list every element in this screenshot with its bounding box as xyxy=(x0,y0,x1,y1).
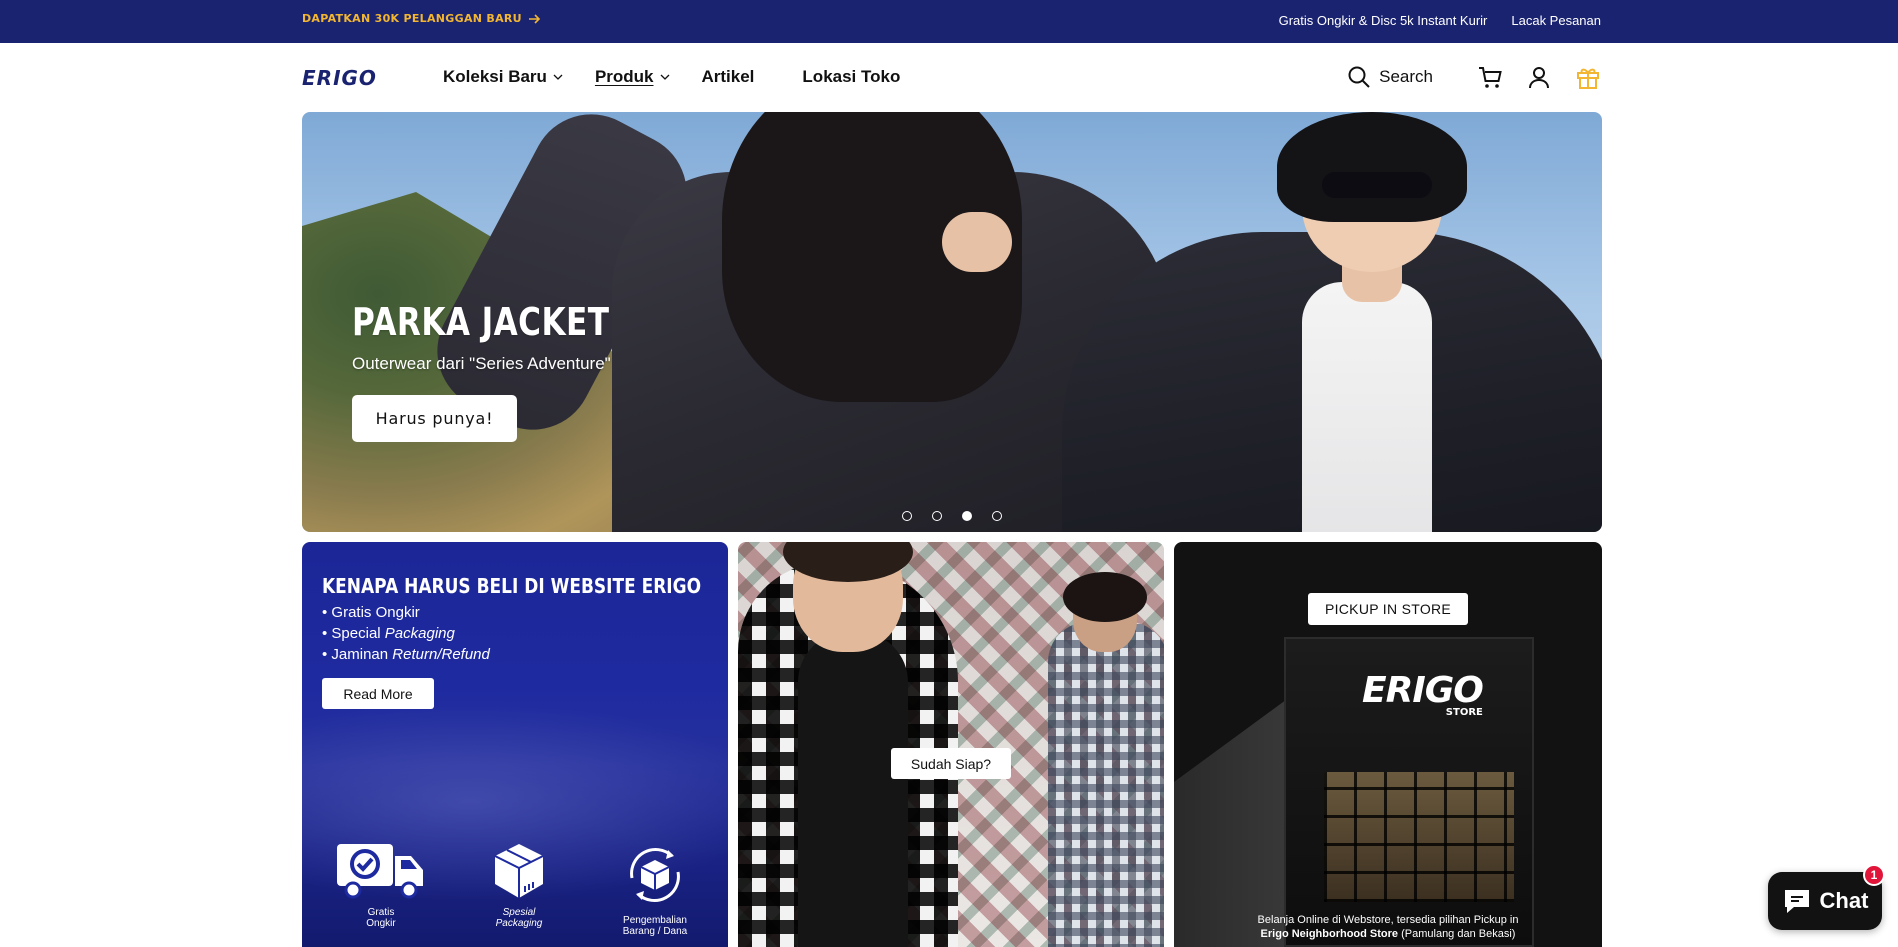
caption-line-2: Erigo Neighborhood Store (Pamulang dan B… xyxy=(1174,927,1602,941)
announcement-bar: DAPATKAN 30K PELANGGAN BARU Gratis Ongki… xyxy=(0,0,1898,43)
slider-dots xyxy=(902,511,1002,521)
nav-lokasi-toko[interactable]: Lokasi Toko xyxy=(802,67,900,87)
nav-label: Koleksi Baru xyxy=(443,67,547,86)
bullet-text: • Gratis Ongkir xyxy=(322,604,420,621)
chat-bubble-icon xyxy=(1784,890,1809,913)
why-buy-card[interactable]: KENAPA HARUS BELI DI WEBSITE ERIGO • Gra… xyxy=(302,542,728,947)
arrow-right-icon xyxy=(528,13,541,24)
cart-button[interactable] xyxy=(1476,63,1504,91)
delivery-truck-icon xyxy=(337,844,423,899)
search-button[interactable]: Search xyxy=(1347,65,1433,89)
promo-link[interactable]: DAPATKAN 30K PELANGGAN BARU xyxy=(302,12,541,25)
shipping-promo-link[interactable]: Gratis Ongkir & Disc 5k Instant Kurir xyxy=(1279,13,1488,28)
feature-special-packaging: Spesial Packaging xyxy=(491,842,547,929)
account-button[interactable] xyxy=(1525,63,1553,91)
slider-dot-4[interactable] xyxy=(992,511,1002,521)
return-refund-icon xyxy=(630,848,680,902)
why-buy-title: KENAPA HARUS BELI DI WEBSITE ERIGO xyxy=(322,574,702,598)
hero-title: PARKA JACKET xyxy=(352,300,610,344)
model2-hair xyxy=(1063,572,1147,622)
bullet-italic: Packaging xyxy=(384,625,455,642)
feature-label: Pengembalian Barang / Dana xyxy=(622,915,688,937)
site-header: ERIGO Koleksi Baru Produk Artikel Lokasi… xyxy=(0,43,1898,112)
store-window xyxy=(1324,772,1514,902)
model2-flannel-shirt xyxy=(1048,622,1164,947)
feature-label: Spesial Packaging xyxy=(495,907,543,929)
nav-label: Produk xyxy=(594,67,654,86)
search-label: Search xyxy=(1379,67,1433,86)
hero-model2-sunglasses xyxy=(1322,172,1432,198)
account-icon xyxy=(1529,67,1549,89)
erigo-logo[interactable]: ERIGO xyxy=(302,66,394,94)
bullet-italic: Return/Refund xyxy=(392,646,490,663)
caption-bold: Erigo Neighborhood Store xyxy=(1260,928,1399,940)
hero-cta-button[interactable]: Harus punya! xyxy=(352,395,517,442)
chevron-down-icon xyxy=(553,74,563,80)
chevron-down-icon xyxy=(660,74,669,80)
feature-return-refund: Pengembalian Barang / Dana xyxy=(622,842,688,937)
ready-card[interactable]: Sudah Siap? xyxy=(738,542,1164,947)
cart-icon xyxy=(1479,67,1502,88)
store-logo-text: ERIGO xyxy=(1362,670,1484,711)
promo-text: DAPATKAN 30K PELANGGAN BARU xyxy=(302,12,522,25)
chat-notification-badge: 1 xyxy=(1863,864,1885,886)
caption-rest: (Pamulang dan Bekasi) xyxy=(1398,928,1516,940)
hero-model2-hand xyxy=(942,212,1012,272)
pickup-store-card[interactable]: ERIGO STORE PICKUP IN STORE Belanja Onli… xyxy=(1174,542,1602,947)
list-item: • Special Packaging xyxy=(322,623,490,644)
pickup-caption: Belanja Online di Webstore, tersedia pil… xyxy=(1174,913,1602,941)
pickup-in-store-button[interactable]: PICKUP IN STORE xyxy=(1308,593,1468,625)
main-nav: Koleksi Baru Produk Artikel Lokasi Toko xyxy=(443,67,932,87)
feature-free-shipping: Gratis Ongkir xyxy=(335,842,427,929)
list-item: • Gratis Ongkir xyxy=(322,602,490,623)
bullet-text: • Special xyxy=(322,625,385,642)
nav-artikel[interactable]: Artikel xyxy=(702,67,755,87)
model-black-hoodie xyxy=(798,632,908,947)
logo-text: ERIGO xyxy=(302,67,377,89)
slider-dot-3[interactable] xyxy=(962,511,972,521)
package-box-icon xyxy=(494,844,544,898)
track-order-link[interactable]: Lacak Pesanan xyxy=(1511,13,1601,28)
list-item: • Jaminan Return/Refund xyxy=(322,644,490,665)
slider-dot-1[interactable] xyxy=(902,511,912,521)
nav-koleksi-baru[interactable]: Koleksi Baru xyxy=(443,67,563,87)
slider-dot-2[interactable] xyxy=(932,511,942,521)
read-more-button[interactable]: Read More xyxy=(322,678,434,709)
hero-banner[interactable]: PARKA JACKET Outerwear dari "Series Adve… xyxy=(302,112,1602,532)
feature-label: Gratis Ongkir xyxy=(366,907,396,929)
bullet-text: • Jaminan xyxy=(322,646,393,663)
nav-produk[interactable]: Produk xyxy=(595,67,670,87)
search-icon xyxy=(1348,66,1370,88)
store-logo: ERIGO STORE xyxy=(1362,670,1484,718)
nav-label: Lokasi Toko xyxy=(802,67,901,86)
ready-button[interactable]: Sudah Siap? xyxy=(891,748,1011,779)
hero-model2-hair xyxy=(1277,112,1467,222)
why-buy-list: • Gratis Ongkir • Special Packaging • Ja… xyxy=(322,602,490,665)
caption-line-1: Belanja Online di Webstore, tersedia pil… xyxy=(1257,914,1519,926)
nav-label: Artikel xyxy=(701,67,755,86)
chat-label: Chat xyxy=(1819,888,1869,913)
hero-subtitle: Outerwear dari "Series Adventure" xyxy=(352,354,611,373)
hero-model2-shirt xyxy=(1302,282,1432,532)
gift-icon xyxy=(1577,68,1599,89)
gift-button[interactable] xyxy=(1574,63,1602,91)
